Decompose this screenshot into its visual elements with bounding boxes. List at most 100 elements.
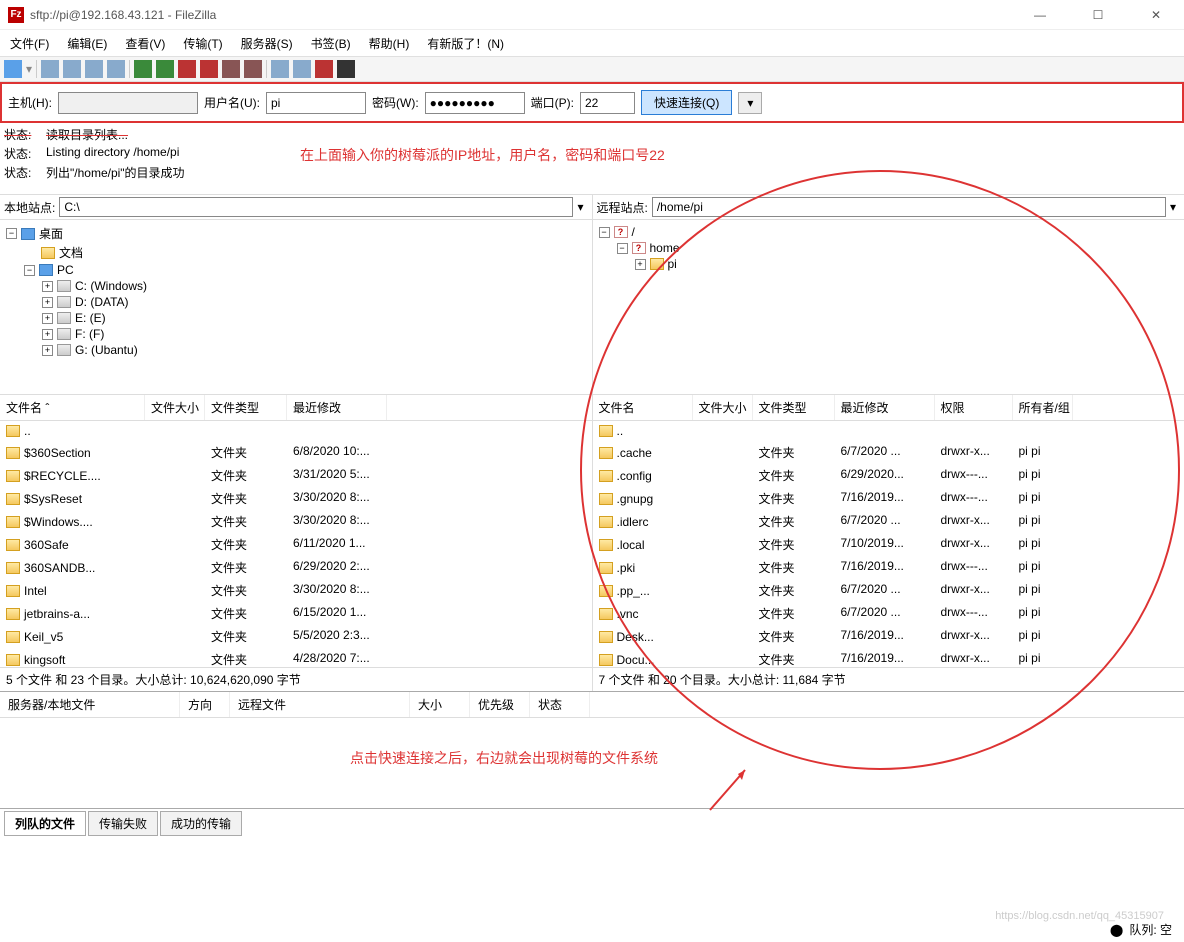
file-row[interactable]: .idlerc文件夹6/7/2020 ...drwxr-x...pi pi — [593, 510, 1184, 533]
queue-column[interactable]: 状态 — [530, 692, 590, 717]
menu-item[interactable]: 查看(V) — [121, 33, 169, 54]
file-row[interactable]: Docu...文件夹7/16/2019...drwxr-x...pi pi — [593, 648, 1184, 667]
file-row[interactable]: $360Section文件夹6/8/2020 10:... — [0, 441, 592, 464]
tree-node[interactable]: −?/ — [599, 224, 1179, 240]
tree-node[interactable]: +C: (Windows) — [42, 278, 586, 294]
expand-icon[interactable]: + — [635, 259, 646, 270]
local-tree[interactable]: −桌面文档−PC+C: (Windows)+D: (DATA)+E: (E)+F… — [0, 220, 592, 394]
file-row[interactable]: .pki文件夹7/16/2019...drwx---...pi pi — [593, 556, 1184, 579]
column-header[interactable]: 文件名 — [593, 395, 693, 420]
menu-item[interactable]: 有新版了！(N) — [423, 33, 508, 54]
file-row[interactable]: Keil_v5文件夹5/5/2020 2:3... — [0, 625, 592, 648]
tree-node[interactable]: 文档 — [24, 243, 586, 262]
menu-item[interactable]: 服务器(S) — [237, 33, 297, 54]
column-header[interactable]: 最近修改 — [835, 395, 935, 420]
site-manager-icon[interactable] — [4, 60, 22, 78]
maximize-button[interactable]: ☐ — [1078, 8, 1118, 22]
menu-item[interactable]: 编辑(E) — [63, 33, 111, 54]
search-icon[interactable] — [337, 60, 355, 78]
file-row[interactable]: Desk...文件夹7/16/2019...drwxr-x...pi pi — [593, 625, 1184, 648]
queue-column[interactable]: 远程文件 — [230, 692, 410, 717]
compare-icon[interactable] — [293, 60, 311, 78]
file-row[interactable]: .config文件夹6/29/2020...drwx---...pi pi — [593, 464, 1184, 487]
expand-icon[interactable]: + — [42, 313, 53, 324]
sync-icon[interactable] — [315, 60, 333, 78]
port-input[interactable] — [580, 92, 635, 114]
file-row[interactable]: .gnupg文件夹7/16/2019...drwx---...pi pi — [593, 487, 1184, 510]
queue-column[interactable]: 优先级 — [470, 692, 530, 717]
expand-icon[interactable]: + — [42, 297, 53, 308]
quickconnect-dropdown[interactable]: ▾ — [738, 92, 762, 114]
column-header[interactable]: 文件类型 — [753, 395, 835, 420]
local-site-dropdown-icon[interactable]: ▾ — [573, 200, 587, 214]
queue-tab[interactable]: 成功的传输 — [160, 811, 242, 836]
tb-icon-3[interactable] — [85, 60, 103, 78]
column-header[interactable]: 文件大小 — [693, 395, 753, 420]
column-header[interactable]: 权限 — [935, 395, 1013, 420]
expand-icon[interactable]: + — [42, 281, 53, 292]
tb-icon-2[interactable] — [63, 60, 81, 78]
file-row[interactable]: kingsoft文件夹4/28/2020 7:... — [0, 648, 592, 667]
reconnect-icon[interactable] — [222, 60, 240, 78]
menu-item[interactable]: 传输(T) — [179, 33, 226, 54]
remote-site-dropdown-icon[interactable]: ▾ — [1166, 200, 1180, 214]
expand-icon[interactable]: − — [617, 243, 628, 254]
tree-node[interactable]: −?home — [617, 240, 1179, 256]
expand-icon[interactable]: − — [6, 228, 17, 239]
tree-node[interactable]: −桌面 — [6, 224, 586, 243]
host-input[interactable] — [58, 92, 198, 114]
tb-icon-9[interactable] — [244, 60, 262, 78]
minimize-button[interactable]: — — [1020, 8, 1060, 22]
close-button[interactable]: ✕ — [1136, 8, 1176, 22]
tree-node[interactable]: +E: (E) — [42, 310, 586, 326]
local-site-input[interactable] — [59, 197, 573, 217]
queue-column[interactable]: 大小 — [410, 692, 470, 717]
file-row[interactable]: Intel文件夹3/30/2020 8:... — [0, 579, 592, 602]
process-queue-icon[interactable] — [156, 60, 174, 78]
file-row[interactable]: .cache文件夹6/7/2020 ...drwxr-x...pi pi — [593, 441, 1184, 464]
menu-item[interactable]: 书签(B) — [307, 33, 355, 54]
column-header[interactable]: 最近修改 — [287, 395, 387, 420]
queue-column[interactable]: 方向 — [180, 692, 230, 717]
menu-item[interactable]: 文件(F) — [6, 33, 53, 54]
queue-column[interactable]: 服务器/本地文件 — [0, 692, 180, 717]
expand-icon[interactable]: + — [42, 329, 53, 340]
tree-node[interactable]: +pi — [635, 256, 1179, 272]
file-row[interactable]: jetbrains-a...文件夹6/15/2020 1... — [0, 602, 592, 625]
column-header[interactable]: 文件类型 — [205, 395, 287, 420]
file-row[interactable]: 360SANDB...文件夹6/29/2020 2:... — [0, 556, 592, 579]
tb-icon-1[interactable] — [41, 60, 59, 78]
disconnect-icon[interactable] — [200, 60, 218, 78]
file-row[interactable]: .local文件夹7/10/2019...drwxr-x...pi pi — [593, 533, 1184, 556]
queue-body[interactable]: 点击快速连接之后，右边就会出现树莓的文件系统 — [0, 718, 1184, 808]
tb-icon-4[interactable] — [107, 60, 125, 78]
column-header[interactable]: 文件名 ˆ — [0, 395, 145, 420]
tree-node[interactable]: −PC — [24, 262, 586, 278]
expand-icon[interactable]: − — [24, 265, 35, 276]
column-header[interactable]: 文件大小 — [145, 395, 205, 420]
tree-node[interactable]: +G: (Ubantu) — [42, 342, 586, 358]
file-row[interactable]: $SysReset文件夹3/30/2020 8:... — [0, 487, 592, 510]
tree-node[interactable]: +F: (F) — [42, 326, 586, 342]
pass-input[interactable] — [425, 92, 525, 114]
refresh-icon[interactable] — [134, 60, 152, 78]
file-row[interactable]: 360Safe文件夹6/11/2020 1... — [0, 533, 592, 556]
file-row[interactable]: .. — [0, 421, 592, 441]
remote-tree[interactable]: −?/−?home+pi — [593, 220, 1184, 394]
file-row[interactable]: $RECYCLE....文件夹3/31/2020 5:... — [0, 464, 592, 487]
user-input[interactable] — [266, 92, 366, 114]
file-row[interactable]: .pp_...文件夹6/7/2020 ...drwxr-x...pi pi — [593, 579, 1184, 602]
filter-icon[interactable] — [271, 60, 289, 78]
remote-site-input[interactable] — [652, 197, 1166, 217]
column-header[interactable]: 所有者/组 — [1013, 395, 1073, 420]
cancel-icon[interactable] — [178, 60, 196, 78]
remote-filelist-body[interactable]: ...cache文件夹6/7/2020 ...drwxr-x...pi pi.c… — [593, 421, 1184, 667]
menu-item[interactable]: 帮助(H) — [365, 33, 414, 54]
file-row[interactable]: $Windows....文件夹3/30/2020 8:... — [0, 510, 592, 533]
file-row[interactable]: .vnc文件夹6/7/2020 ...drwx---...pi pi — [593, 602, 1184, 625]
file-row[interactable]: .. — [593, 421, 1184, 441]
tree-node[interactable]: +D: (DATA) — [42, 294, 586, 310]
queue-tab[interactable]: 传输失败 — [88, 811, 158, 836]
expand-icon[interactable]: − — [599, 227, 610, 238]
queue-tab[interactable]: 列队的文件 — [4, 811, 86, 836]
